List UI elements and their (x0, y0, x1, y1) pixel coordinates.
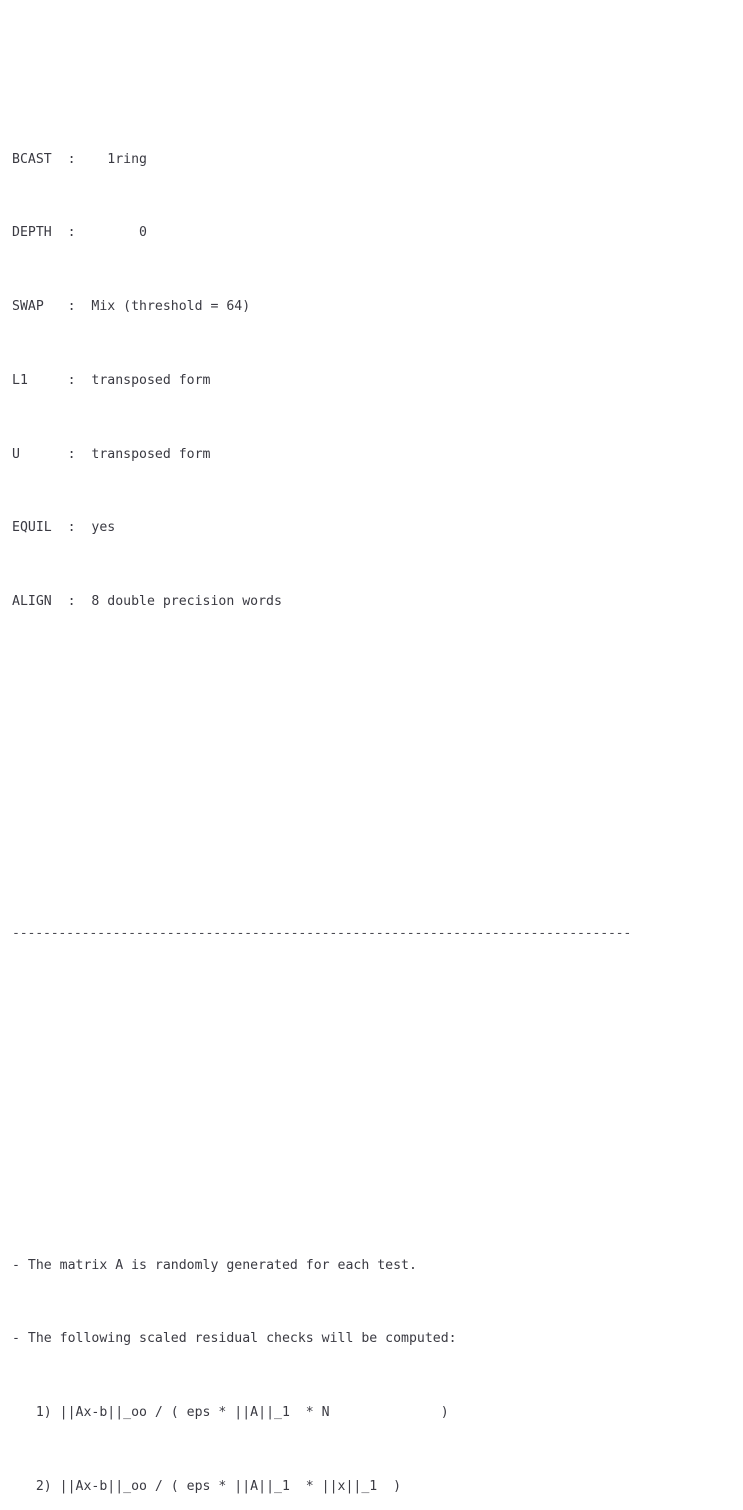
config-colon-bcast: : (68, 148, 84, 173)
config-colon-u: : (68, 443, 84, 468)
config-colon-swap: : (68, 295, 84, 320)
spacer-before-notes (12, 1020, 732, 1045)
hpl-output-console: BCAST: 1ring DEPTH: 0 SWAP: Mix (thresho… (12, 0, 732, 1510)
config-row-bcast: BCAST: 1ring (12, 148, 732, 173)
config-colon-depth: : (68, 221, 84, 246)
spacer-before-notes-2 (12, 1094, 732, 1106)
config-label-swap: SWAP (12, 295, 68, 320)
note-matrix: - The matrix A is randomly generated for… (12, 1254, 732, 1279)
config-row-l1: L1: transposed form (12, 369, 732, 394)
separator-dash-top: ----------------------------------------… (12, 922, 731, 947)
config-label-equil: EQUIL (12, 516, 68, 541)
config-block: BCAST: 1ring DEPTH: 0 SWAP: Mix (thresho… (12, 98, 732, 664)
config-pad-bcast (83, 152, 107, 167)
config-row-equil: EQUIL: yes (12, 516, 732, 541)
config-colon-align: : (68, 590, 84, 615)
config-colon-l1: : (68, 369, 84, 394)
config-value-align: 8 double precision words (91, 594, 282, 609)
notes-block: - The matrix A is randomly generated for… (12, 1205, 732, 1510)
config-value-depth: 0 (139, 225, 147, 240)
config-value-l1: transposed form (91, 373, 210, 388)
config-row-u: U: transposed form (12, 443, 732, 468)
note-checks-intro: - The following scaled residual checks w… (12, 1327, 732, 1352)
residual-check-1: 1) ||Ax-b||_oo / ( eps * ||A||_1 * N ) (12, 1401, 732, 1426)
config-pad-depth (83, 225, 139, 240)
config-colon-equil: : (68, 516, 84, 541)
config-row-swap: SWAP: Mix (threshold = 64) (12, 295, 732, 320)
spacer-after-config (12, 738, 732, 763)
config-label-u: U (12, 443, 68, 468)
residual-check-2: 2) ||Ax-b||_oo / ( eps * ||A||_1 * ||x||… (12, 1475, 732, 1500)
config-label-l1: L1 (12, 369, 68, 394)
config-label-align: ALIGN (12, 590, 68, 615)
config-row-depth: DEPTH: 0 (12, 221, 732, 246)
config-value-swap: Mix (threshold = 64) (91, 299, 250, 314)
config-label-depth: DEPTH (12, 221, 68, 246)
config-label-bcast: BCAST (12, 148, 68, 173)
spacer-after-config-2 (12, 812, 732, 824)
config-value-bcast: 1ring (107, 152, 147, 167)
config-value-equil: yes (91, 520, 115, 535)
config-value-u: transposed form (91, 447, 210, 462)
config-row-align: ALIGN: 8 double precision words (12, 590, 732, 615)
